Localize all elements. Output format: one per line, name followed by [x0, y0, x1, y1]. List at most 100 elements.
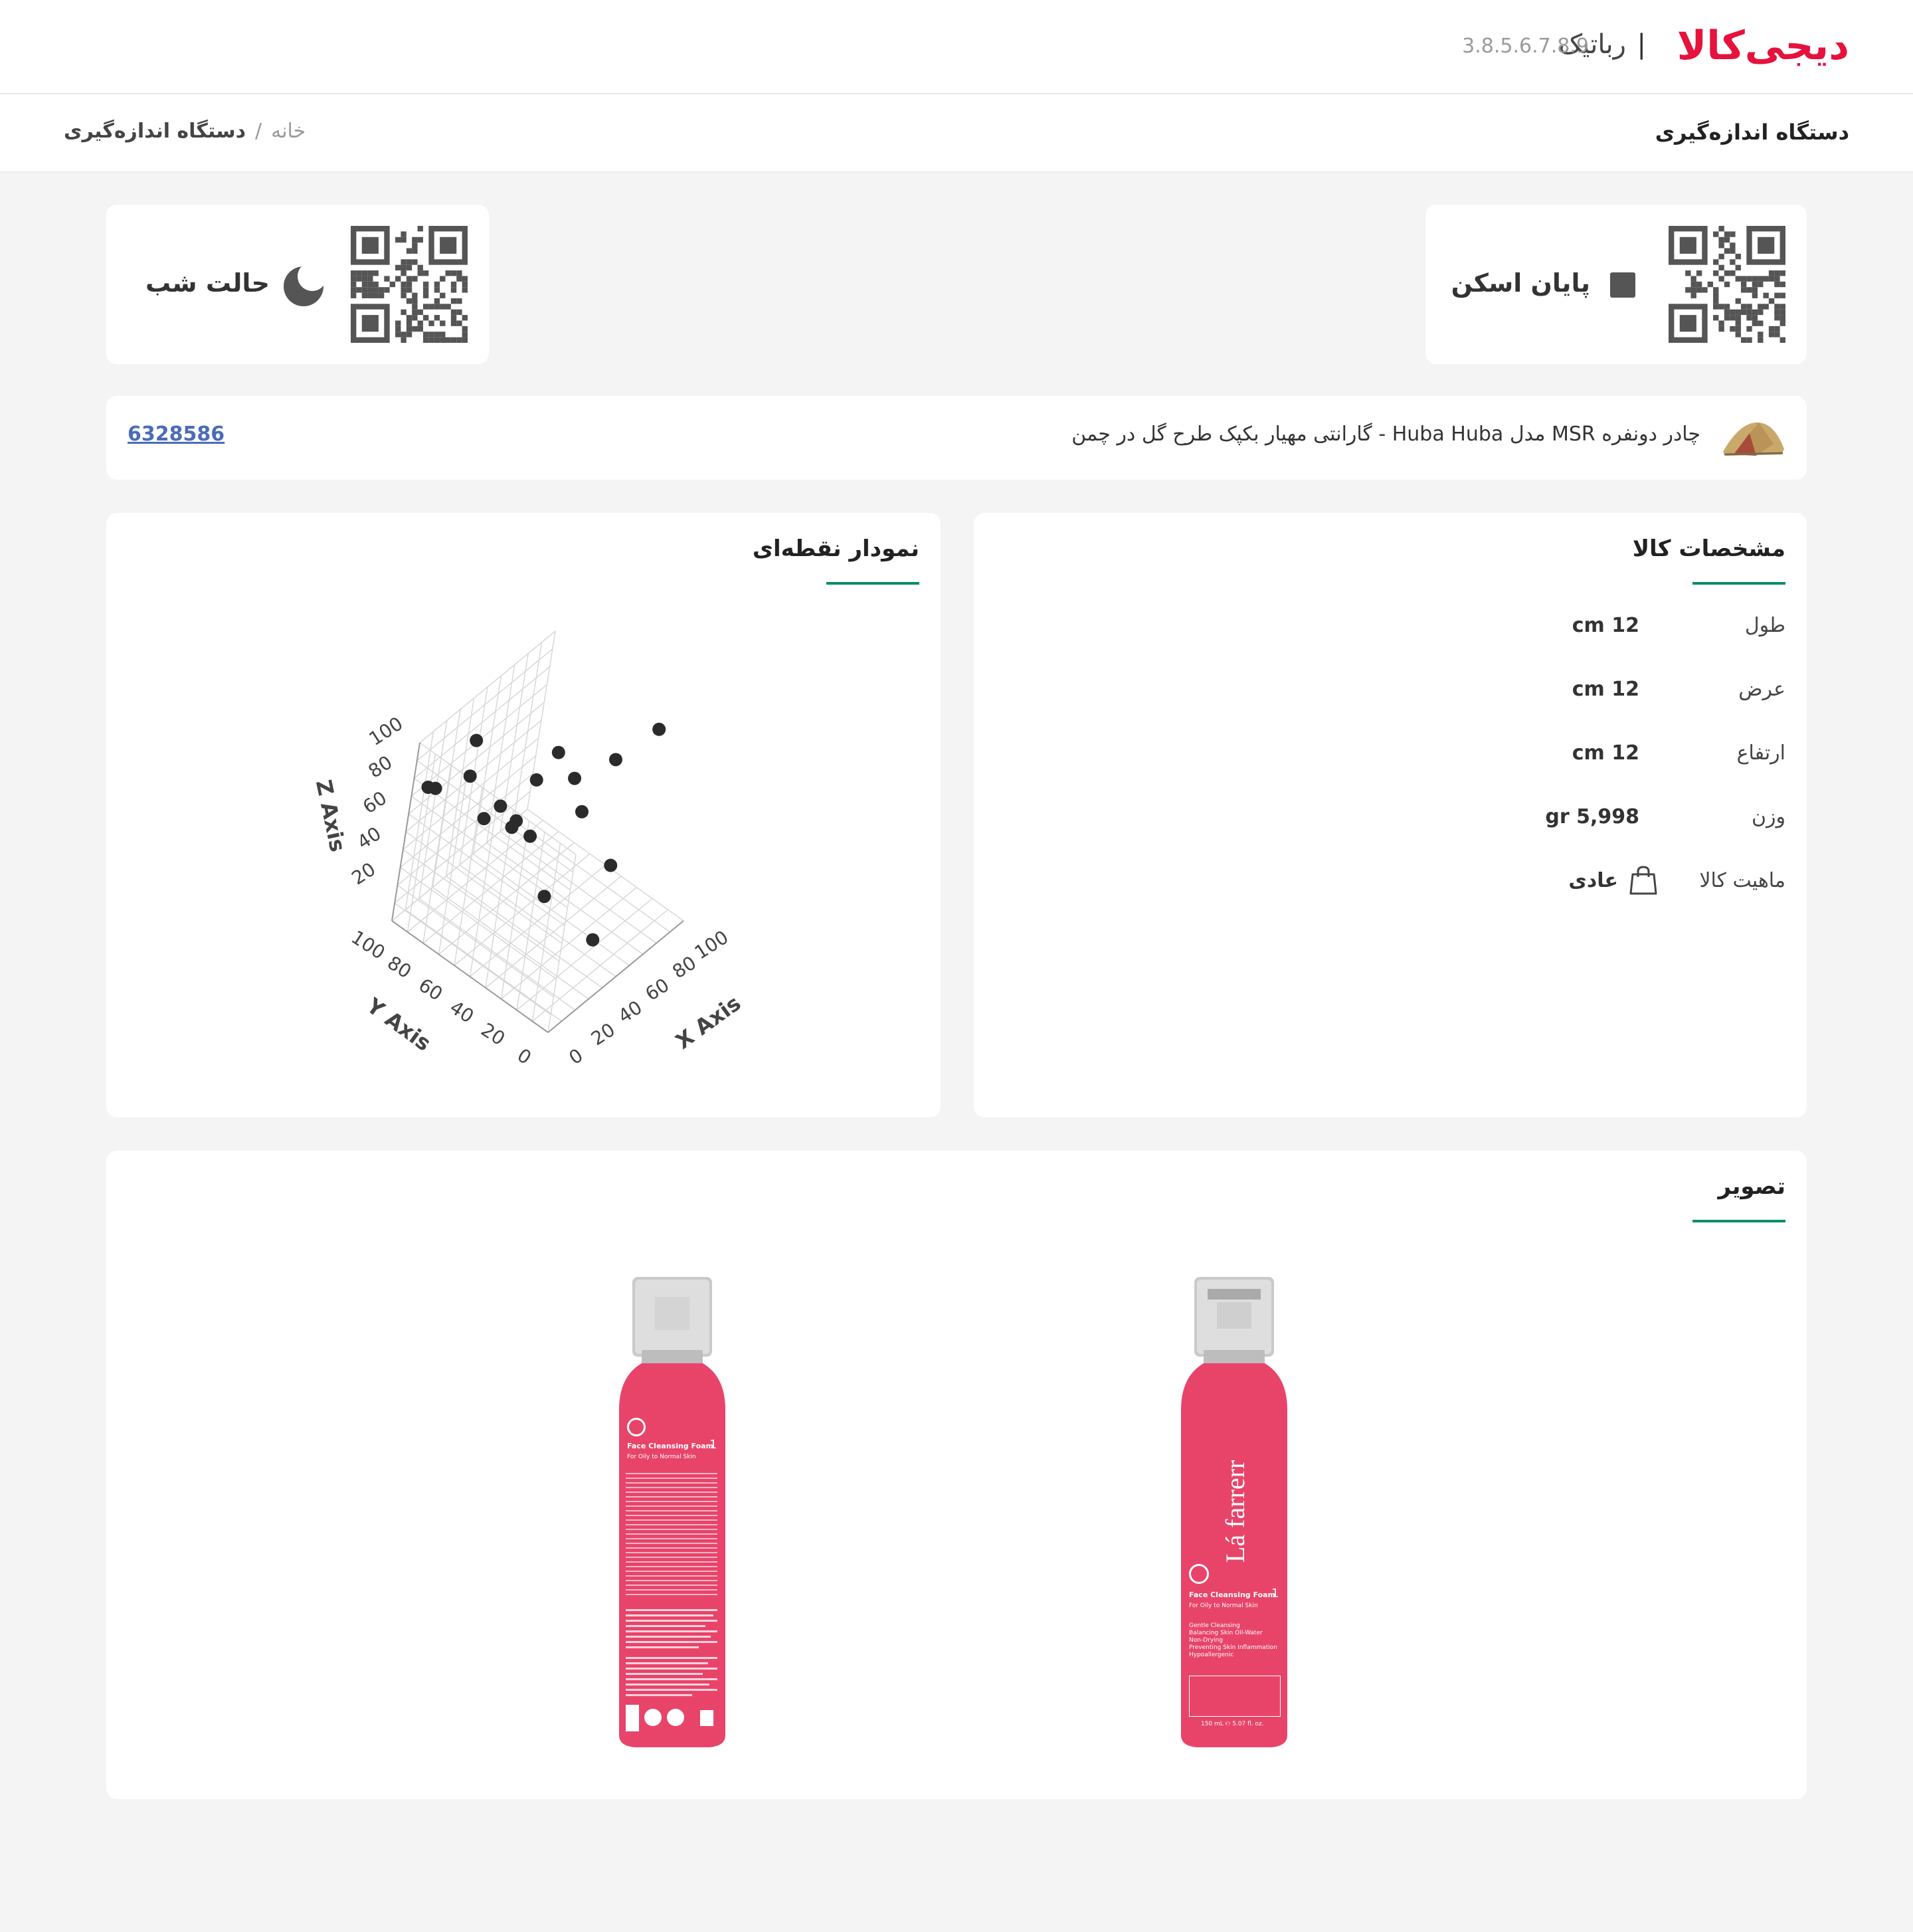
- spec-row-height: ارتفاع cm 12: [1413, 741, 1785, 781]
- scatter-card: نمودار نقطه‌ای 0 0 20 20 20 40 40 40 60 60 60 80 80 8…: [106, 513, 941, 1117]
- z-tick-label: 40: [353, 822, 385, 854]
- x-tick-label: 100: [691, 926, 733, 964]
- z-axis-label: Z Axis: [311, 777, 351, 854]
- y-tick-label: 100: [347, 926, 389, 964]
- spec-label: وزن: [1751, 805, 1785, 828]
- bottle-back-droplet-icon: [627, 1418, 646, 1436]
- y-tick-label: 0: [513, 1044, 535, 1069]
- scatter-point: [505, 821, 519, 834]
- scatter-3d-chart: 00202020404040606060808080100100100X Axi…: [311, 630, 745, 1069]
- scatter-point: [575, 805, 589, 819]
- product-image-front[interactable]: Lá farrerr Face Cleansing Foam 1 For Oil…: [1177, 1277, 1291, 1749]
- bottle-front-volume: 150 mL ℮ 5.07 fl. oz.: [1201, 1721, 1264, 1727]
- specs-title: مشخصات کالا: [1632, 535, 1785, 562]
- x-tick-label: 20: [587, 1018, 619, 1050]
- breadcrumb-separator: /: [255, 120, 262, 143]
- bottle-front-number: 1: [1271, 1587, 1279, 1600]
- spec-label: ماهیت کالا: [1699, 869, 1785, 892]
- floor-grid-line: [486, 842, 644, 955]
- night-mode-card[interactable]: حالت شب: [106, 205, 489, 364]
- scatter-point: [470, 733, 484, 747]
- floor-grid-line: [454, 853, 591, 966]
- product-title: چادر دونفره MSR مدل Huba Huba - گارانتی …: [1071, 423, 1700, 446]
- floor-grid-line: [472, 853, 630, 966]
- spec-row-nature: ماهیت کالا عادی: [1413, 866, 1785, 909]
- spec-label: طول: [1744, 614, 1785, 637]
- bottle-front-droplet-icon: [1189, 1564, 1209, 1584]
- end-scan-card[interactable]: پایان اسکن: [1425, 205, 1807, 364]
- images-title-underline: [1692, 1220, 1785, 1222]
- bottle-back-text-block: [626, 1470, 717, 1596]
- scatter-point: [529, 773, 543, 787]
- product-card: چادر دونفره MSR مدل Huba Huba - گارانتی …: [106, 396, 1807, 480]
- x-tick-label: 60: [642, 974, 674, 1005]
- scatter-point: [537, 890, 551, 904]
- end-scan-label: پایان اسکن: [1451, 268, 1590, 298]
- x-axis-line: [547, 920, 684, 1033]
- digikala-logo[interactable]: دیجی‌کالا: [1677, 23, 1849, 69]
- spec-row-length: طول cm 12: [1413, 614, 1785, 654]
- version-label: 3.8.5.6.7.8.9: [1462, 35, 1589, 58]
- scatter-point: [568, 771, 582, 785]
- spec-value: cm 12: [1572, 614, 1639, 637]
- floor-grid-line: [470, 864, 606, 977]
- breadcrumb-bar: دستگاه اندازه‌گیری خانه / دستگاه اندازه‌…: [0, 94, 1913, 173]
- moon-icon: [282, 262, 327, 308]
- spec-value: cm 12: [1572, 678, 1639, 701]
- side-wall-grid-line: [469, 798, 499, 977]
- y-tick-label: 40: [446, 997, 478, 1028]
- z-tick-label: 60: [359, 787, 391, 818]
- specs-card: مشخصات کالا طول cm 12 عرض cm 12 ارتفاع c…: [974, 513, 1807, 1117]
- scatter-point: [604, 858, 618, 872]
- z-tick-label: 80: [365, 751, 397, 783]
- bottle-front-benefits: Gentle Cleansing Balancing Skin Oil-Wate…: [1189, 1622, 1278, 1658]
- y-tick-label: 20: [477, 1018, 509, 1050]
- nature-value: عادی: [1568, 869, 1618, 892]
- spec-value: gr 5,998: [1545, 805, 1639, 828]
- z-tick-label: 20: [347, 858, 379, 889]
- bottle-back-sub: For Oily to Normal Skin: [627, 1454, 696, 1460]
- tent-icon: [1720, 417, 1787, 458]
- z-tick-label: 100: [365, 712, 407, 750]
- brand-separator: |: [1637, 29, 1646, 60]
- scatter-point: [477, 812, 491, 826]
- scatter-point: [551, 745, 565, 759]
- breadcrumb-current: دستگاه اندازه‌گیری: [64, 120, 246, 143]
- specs-title-underline: [1692, 582, 1785, 585]
- top-bar: دیجی‌کالا | رباتیک 3.8.5.6.7.8.9: [0, 0, 1913, 94]
- end-scan-qr-code[interactable]: [1669, 226, 1785, 343]
- scatter-point: [523, 829, 537, 843]
- bottle-front-ingredients-box: [1189, 1676, 1281, 1717]
- scatter-point: [652, 722, 666, 736]
- y-axis-label: Y Axis: [361, 993, 436, 1056]
- spec-row-width: عرض cm 12: [1413, 678, 1785, 718]
- y-tick-label: 80: [383, 951, 415, 983]
- product-image-back[interactable]: Face Cleansing Foam 1 For Oily to Normal…: [615, 1277, 729, 1749]
- spec-value: cm 12: [1572, 741, 1639, 765]
- scatter-point: [463, 769, 477, 783]
- breadcrumb: خانه / دستگاه اندازه‌گیری: [64, 120, 306, 143]
- scatter-point: [586, 933, 600, 947]
- bottle-front-product: Face Cleansing Foam: [1189, 1591, 1276, 1599]
- bottle-front-brand: Lá farrerr: [1220, 1460, 1251, 1563]
- x-tick-label: 0: [565, 1044, 587, 1069]
- images-card: تصویر Lá farrerr Face Cleansing Foam 1 F…: [106, 1151, 1807, 1799]
- night-mode-qr-code[interactable]: [351, 226, 468, 343]
- bottle-back-number: 1: [709, 1438, 717, 1452]
- images-title: تصویر: [1718, 1173, 1785, 1200]
- bottle-back-product: Face Cleansing Foam: [627, 1442, 714, 1450]
- y-tick-label: 60: [414, 974, 446, 1005]
- x-tick-label: 80: [668, 951, 700, 983]
- x-axis-label: X Axis: [671, 991, 745, 1054]
- spec-label: ارتفاع: [1736, 741, 1785, 765]
- spec-row-weight: وزن gr 5,998: [1413, 805, 1785, 845]
- product-id-link[interactable]: 6328586: [128, 423, 225, 446]
- shopping-bag-icon: [1629, 865, 1658, 896]
- floor-grid-line: [500, 830, 657, 944]
- scatter-point: [428, 781, 442, 795]
- night-mode-label: حالت شب: [145, 268, 270, 298]
- breadcrumb-home-link[interactable]: خانه: [271, 120, 306, 143]
- side-wall-grid-line: [438, 776, 468, 955]
- page-title: دستگاه اندازه‌گیری: [1655, 120, 1849, 145]
- scatter-point: [494, 799, 507, 813]
